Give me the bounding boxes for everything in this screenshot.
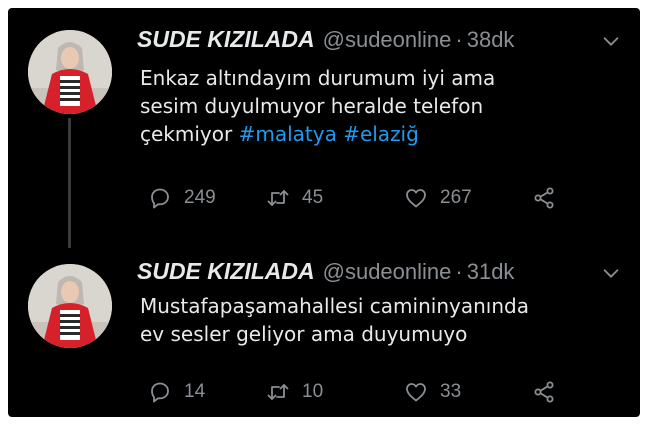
chevron-down-icon[interactable] [600, 30, 622, 52]
tweet-text-segment: çekmiyor [140, 122, 233, 146]
like-icon [406, 189, 426, 208]
reply-count: 14 [184, 381, 206, 402]
tweet-text-line: sesim duyulmuyor heralde telefon [140, 94, 484, 118]
user-handle[interactable]: @sudeonline [323, 259, 452, 284]
user-handle[interactable]: @sudeonline [323, 27, 452, 52]
tweet-header: SUDE KIZILADA @sudeonline · 31dk [137, 258, 622, 290]
retweet-icon [267, 190, 289, 206]
separator: · [455, 259, 463, 284]
tweet[interactable]: SUDE KIZILADA @sudeonline · 31dk Mustafapaş… [8, 244, 640, 417]
tweet-text-line: ev sesler geliyor ama duyumuyo [140, 322, 468, 346]
tweet-thread: SUDE KIZILADA @sudeonline · 38dk Enkaz altı… [8, 8, 640, 417]
separator: · [455, 27, 463, 52]
timestamp[interactable]: 38dk [467, 27, 515, 52]
reply-icon [151, 382, 169, 403]
avatar[interactable] [28, 30, 112, 114]
reply-icon [151, 188, 169, 209]
share-icon [534, 381, 554, 403]
share-button[interactable] [532, 184, 556, 212]
tweet-text-line: Mustafapaşamahallesi camininyanında [140, 294, 529, 318]
like-button[interactable]: 267 [404, 184, 472, 212]
retweet-count: 45 [302, 187, 324, 208]
retweet-button[interactable]: 10 [266, 378, 323, 406]
retweet-count: 10 [302, 381, 324, 402]
reply-button[interactable]: 249 [148, 184, 216, 212]
chevron-down-icon[interactable] [600, 262, 622, 284]
like-count: 267 [440, 187, 472, 208]
timestamp[interactable]: 31dk [467, 259, 515, 284]
tweet-actions: 249 45 267 [140, 184, 600, 212]
display-name[interactable]: SUDE KIZILADA [137, 258, 315, 284]
retweet-button[interactable]: 45 [266, 184, 323, 212]
tweet[interactable]: SUDE KIZILADA @sudeonline · 38dk Enkaz altı… [8, 8, 640, 248]
display-name[interactable]: SUDE KIZILADA [137, 26, 315, 52]
avatar-photo [28, 264, 112, 348]
tweet-text: Enkaz altındayım durumum iyi ama sesim d… [140, 64, 620, 148]
tweet-text: Mustafapaşamahallesi camininyanında ev s… [140, 292, 620, 348]
like-count: 33 [440, 381, 462, 402]
reply-count: 249 [184, 187, 216, 208]
tweet-actions: 14 10 33 [140, 378, 600, 406]
avatar[interactable] [28, 264, 112, 348]
reply-button[interactable]: 14 [148, 378, 205, 406]
hashtag-link[interactable]: #elaziğ [343, 122, 419, 146]
tweet-text-line-with-hashtags: çekmiyor #malatya #elaziğ [140, 120, 620, 148]
tweet-text-line: Enkaz altındayım durumum iyi ama [140, 66, 496, 90]
share-button[interactable] [532, 378, 556, 406]
hashtag-link[interactable]: #malatya [239, 122, 337, 146]
thread-connector [68, 118, 71, 248]
avatar-photo [28, 30, 112, 114]
like-button[interactable]: 33 [404, 378, 461, 406]
retweet-icon [267, 384, 289, 400]
like-icon [406, 383, 426, 402]
tweet-header: SUDE KIZILADA @sudeonline · 38dk [137, 26, 622, 58]
share-icon [534, 187, 554, 209]
